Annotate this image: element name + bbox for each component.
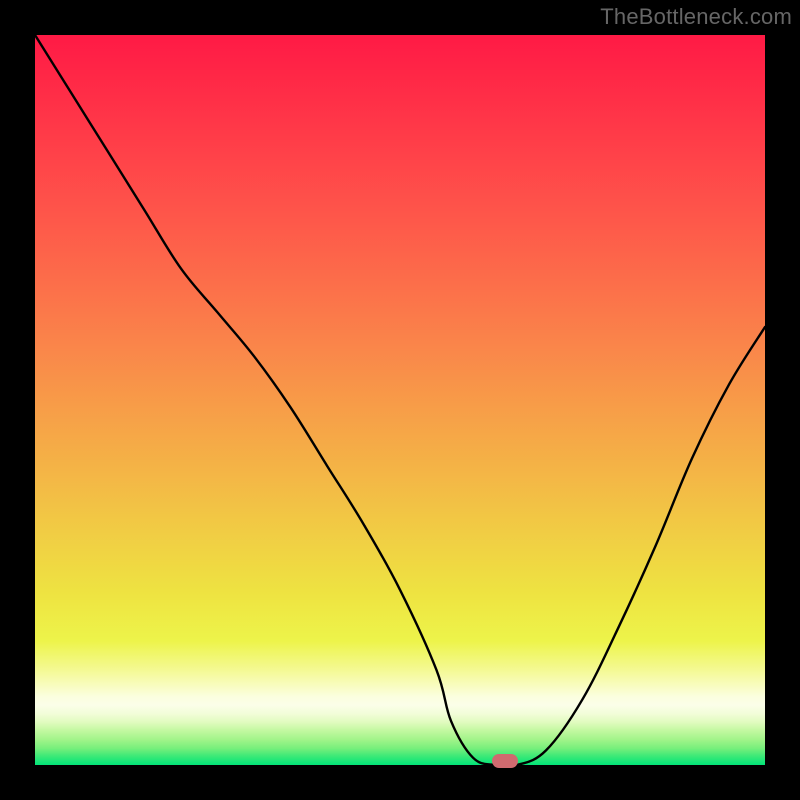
chart-frame: TheBottleneck.com xyxy=(0,0,800,800)
chart-gradient-rect xyxy=(35,35,765,765)
optimum-marker xyxy=(492,754,518,768)
chart-plot-area xyxy=(35,35,765,765)
chart-svg xyxy=(35,35,765,765)
watermark-text: TheBottleneck.com xyxy=(600,4,792,30)
